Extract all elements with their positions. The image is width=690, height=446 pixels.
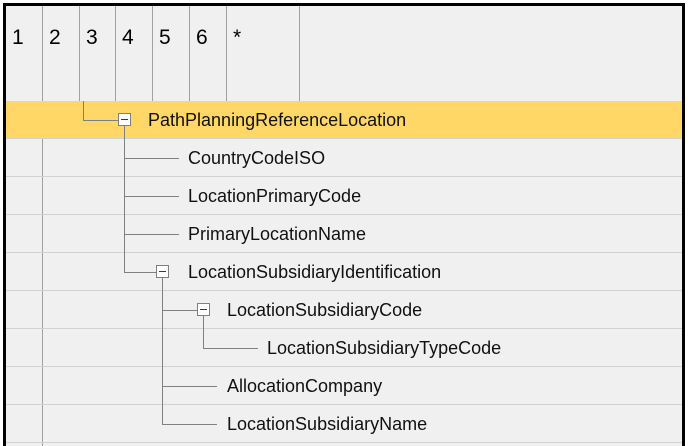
column-header-5[interactable]: 5 [153,6,190,101]
column-header-2[interactable]: 2 [43,6,80,101]
tree-node-label: AllocationCompany [227,376,383,396]
tree-node-label: LocationSubsidiaryName [227,414,428,434]
collapse-icon[interactable] [156,265,169,278]
tree-node-label: LocationSubsidiaryTypeCode [267,338,502,358]
tree-node-label: LocationPrimaryCode [188,186,362,206]
tree-row[interactable]: PrimaryLocationName [6,215,682,253]
tree-node-label: PrimaryLocationName [188,224,367,244]
tree-node-label: CountryCodeISO [188,148,326,168]
tree-connector [83,120,118,121]
tree-row[interactable]: AllocationCompany [6,367,682,405]
tree-connector [203,316,204,348]
tree-node-label: PathPlanningReferenceLocation [148,110,407,130]
tree-connector [124,158,179,159]
tree-row[interactable]: LocationSubsidiaryName [6,405,682,443]
collapse-icon[interactable] [118,113,131,126]
tree-row[interactable]: LocationSubsidiaryIdentification [6,253,682,291]
tree-connector [162,278,163,424]
column-header-label: 1 [12,26,24,49]
column-header-3[interactable]: 3 [80,6,116,101]
column-header-row: 1 2 3 4 5 6 * [6,6,682,102]
tree-node-label: LocationSubsidiaryCode [227,300,423,320]
column-header-6[interactable]: 6 [190,6,227,101]
column-header-label: 3 [86,26,98,49]
tree-row[interactable]: LocationSubsidiaryCode [6,291,682,329]
tree-connector [203,348,258,349]
tree-connector [83,101,84,121]
tree-connector [162,310,197,311]
collapse-icon[interactable] [197,303,210,316]
tree-connector [124,234,179,235]
tree-connector [124,196,179,197]
column-header-label: * [233,26,242,49]
tree-row[interactable]: LocationSubsidiaryTypeCode [6,329,682,367]
column-header-label: 6 [196,26,208,49]
column-header-label: 4 [122,26,134,49]
column-header-4[interactable]: 4 [116,6,153,101]
column-header-label: 2 [49,26,61,49]
tree-grid-window: 1 2 3 4 5 6 * PathPlanningReferenceLocat… [3,3,685,446]
column-header-new[interactable]: * [227,6,300,101]
tree-row[interactable]: CountryCodeISO [6,139,682,177]
tree-connector [162,386,217,387]
tree-connector [124,272,156,273]
tree-row[interactable]: LocationPrimaryCode [6,177,682,215]
tree-connector [162,424,217,425]
tree-connector [124,126,125,272]
column-header-1[interactable]: 1 [6,6,43,101]
column-header-label: 5 [159,26,171,49]
tree-node-label: LocationSubsidiaryIdentification [188,262,442,282]
